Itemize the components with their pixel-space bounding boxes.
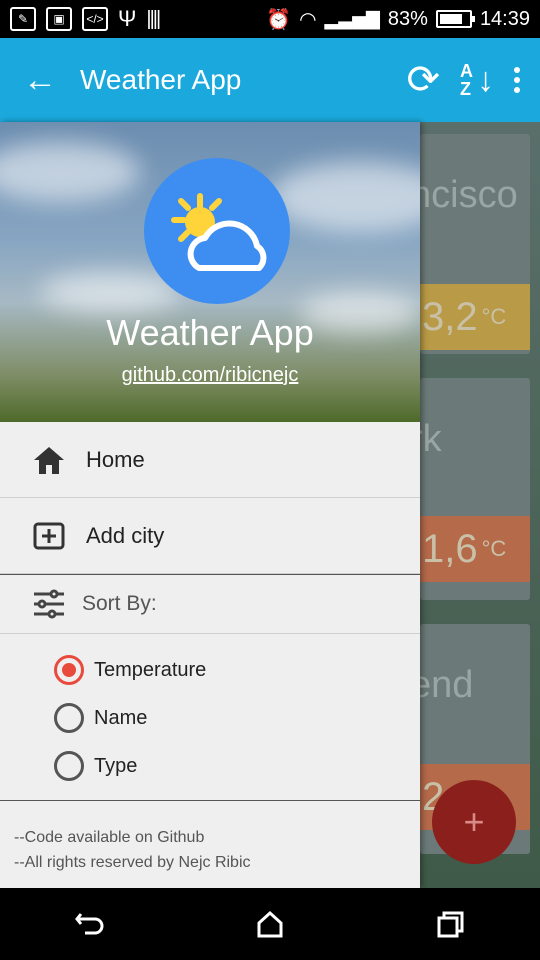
drawer-item-home[interactable]: Home <box>0 422 420 498</box>
navigation-drawer: Weather App github.com/ribicnejc Home Ad… <box>0 122 420 888</box>
footer-line: --Code available on Github <box>14 829 205 846</box>
city-name: end <box>420 664 474 706</box>
wifi-icon: ◠ <box>299 8 317 31</box>
temperature-value: 1,6 <box>422 526 478 571</box>
radio-button[interactable] <box>54 655 84 685</box>
temperature-bar: 3,2 °C <box>420 284 530 350</box>
sort-option-type[interactable]: Type <box>0 742 420 790</box>
drawer-item-label: Add city <box>86 522 165 548</box>
clock-time: 14:39 <box>479 7 530 30</box>
back-arrow-icon[interactable]: ← <box>0 38 80 122</box>
battery-percent: 83% <box>387 7 428 30</box>
tune-icon <box>32 589 82 619</box>
radio-button[interactable] <box>54 751 84 781</box>
status-bar: ✎ ▣ </> Ψ |||| ⏰ ◠ ▂▃▅▇ 83% 14:39 <box>0 0 540 38</box>
recents-nav-icon[interactable] <box>420 894 480 954</box>
add-city-fab[interactable]: + <box>432 780 516 864</box>
github-link[interactable]: github.com/ribicnejc <box>0 364 420 387</box>
drawer-app-name: Weather App <box>106 312 314 353</box>
refresh-icon[interactable]: ⟳ <box>406 57 440 103</box>
back-nav-icon[interactable] <box>60 894 120 954</box>
temperature-bar: 1,6 °C <box>420 516 530 582</box>
drawer-header: Weather App github.com/ribicnejc <box>0 122 420 422</box>
city-card: rk 1,6 °C <box>420 378 530 600</box>
sort-option-label: Temperature <box>94 658 207 681</box>
weather-logo-icon <box>144 158 290 304</box>
code-icon: </> <box>82 7 108 31</box>
sort-by-header: Sort By: <box>0 574 420 634</box>
add-box-icon <box>32 521 86 551</box>
city-name: rk <box>420 418 442 460</box>
sort-by-label: Sort By: <box>82 592 157 615</box>
app-bar: ← Weather App ⟳ AZ ↓ <box>0 38 540 122</box>
sort-option-label: Type <box>94 754 138 777</box>
alarm-icon: ⏰ <box>266 8 292 31</box>
notes-icon: ✎ <box>10 7 36 31</box>
lock-icon: ▣ <box>46 7 72 31</box>
overflow-menu-icon[interactable] <box>514 67 520 93</box>
city-name: ncisco <box>420 174 518 216</box>
signal-icon: ▂▃▅▇ <box>324 8 380 29</box>
drawer-item-add-city[interactable]: Add city <box>0 498 420 574</box>
usb-icon: Ψ <box>118 6 137 31</box>
battery-icon <box>435 10 475 28</box>
drawer-footer: --Code available on Github --All rights … <box>0 800 420 899</box>
background-list: ncisco 3,2 °C rk 1,6 °C end 2 °C <box>420 122 540 888</box>
city-card: ncisco 3,2 °C <box>420 134 530 354</box>
home-icon <box>32 445 86 475</box>
sort-option-name[interactable]: Name <box>0 694 420 742</box>
temperature-value: 3,2 <box>422 294 478 339</box>
temperature-unit: °C <box>481 536 507 561</box>
temperature-unit: °C <box>481 304 507 329</box>
drawer-item-label: Home <box>86 446 145 472</box>
sort-option-temperature[interactable]: Temperature <box>0 646 420 694</box>
radio-button[interactable] <box>54 703 84 733</box>
sort-option-label: Name <box>94 706 148 729</box>
home-nav-icon[interactable] <box>240 894 300 954</box>
sort-az-icon[interactable]: AZ ↓ <box>460 61 494 100</box>
system-nav-bar <box>0 888 540 960</box>
app-bar-title: Weather App <box>80 64 242 95</box>
barcode-icon: |||| <box>146 7 161 30</box>
footer-line: --All rights reserved by Nejc Ribic <box>14 854 251 871</box>
